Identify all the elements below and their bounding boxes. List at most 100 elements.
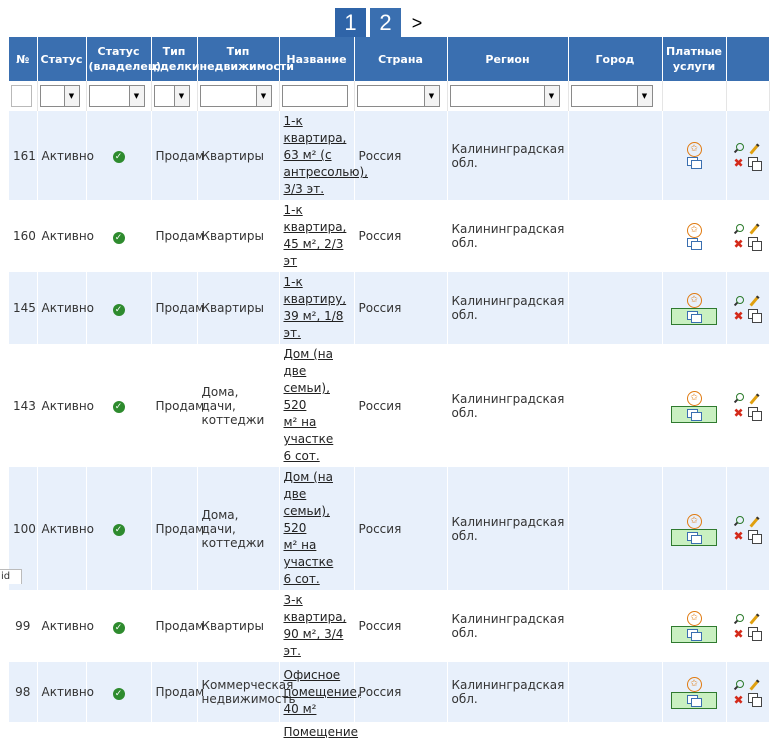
copy-icon[interactable] [748,529,762,544]
row-city [568,344,663,467]
col-region-header[interactable]: Регион [447,37,569,81]
num-filter-input[interactable] [11,85,32,107]
row-paid-services: ✩ [662,111,727,200]
col-deal-header[interactable]: Тип сделки [151,37,200,81]
table-row[interactable]: 100 Активно ✓ Продам Дома, дачи, коттеджи… [9,467,770,590]
table-row-partial[interactable]: Помещение [9,722,770,746]
duplicate-icon[interactable] [687,157,702,169]
magnifier-icon[interactable] [734,679,744,690]
delete-x-icon[interactable]: ✖ [733,530,743,542]
row-deal: Продам [151,662,204,722]
listing-title-link[interactable]: Офисное помещение, 40 м² [284,668,361,716]
name-line: м² на участке [283,415,334,446]
deal-filter-select[interactable]: ▼ [153,85,190,107]
paid-service-active-button[interactable] [671,528,717,546]
name-line: Офисное [283,667,341,682]
row-paid-services: ✩ [662,200,727,272]
listing-title-link[interactable]: Дом (на две семьи), 520 м² на участке 6 сот… [284,470,334,586]
status-owner-filter-select[interactable]: ▼ [88,85,145,107]
delete-x-icon[interactable]: ✖ [733,157,743,169]
col-city-header[interactable]: Город [568,37,663,81]
delete-x-icon[interactable]: ✖ [733,407,743,419]
region-filter-select[interactable]: ▼ [449,85,560,107]
row-status: Активно [37,111,94,200]
paid-service-active-button[interactable] [671,308,717,325]
copy-icon[interactable] [748,406,762,421]
pencil-icon[interactable] [749,516,760,527]
table-row[interactable]: 161 Активно ✓ Продам Квартиры 1-к кварти… [9,111,770,200]
listing-title-link[interactable]: Помещение [284,725,359,739]
row-country: Россия [354,590,448,662]
copy-icon[interactable] [748,693,762,707]
page-1-button[interactable]: 1 [335,8,366,38]
listing-title-link[interactable]: 3-к квартира, 90 м², 3/4 эт. [284,593,347,658]
name-line: 63 м² (с [283,148,332,162]
pencil-icon[interactable] [749,613,760,624]
name-line: семьи), 520 [283,504,330,535]
pencil-icon[interactable] [749,295,760,306]
delete-x-icon[interactable]: ✖ [733,238,743,250]
chevron-down-icon: ▼ [173,86,189,106]
name-line: 40 м² [283,701,317,716]
pencil-icon[interactable] [749,679,760,690]
col-status-owner-header[interactable]: Статус (владелец) [86,37,161,81]
name-line: Дом (на две [283,347,333,378]
delete-x-icon[interactable]: ✖ [733,628,743,640]
copy-icon[interactable] [748,309,762,323]
magnifier-icon[interactable] [734,393,744,403]
magnifier-icon[interactable] [734,223,744,234]
row-region: Калининградская обл. [447,662,569,722]
listing-title-link[interactable]: Дом (на две семьи), 520 м² на участке 6 сот… [284,347,334,463]
delete-x-icon[interactable]: ✖ [733,310,743,322]
col-estate-header[interactable]: Тип недвижимости [197,37,294,81]
star-circle-icon[interactable]: ✩ [686,677,702,692]
star-circle-icon[interactable]: ✩ [686,390,702,406]
col-country-header[interactable]: Страна [354,37,448,81]
col-status-header[interactable]: Статус [37,37,87,81]
magnifier-icon[interactable] [734,613,744,624]
row-num: 161 [9,111,38,200]
copy-icon[interactable] [748,156,762,171]
magnifier-icon[interactable] [734,295,744,306]
star-circle-icon[interactable]: ✩ [686,222,702,238]
pencil-icon[interactable] [749,393,760,404]
table-row[interactable]: 160 Активно ✓ Продам Квартиры 1-к кварти… [9,200,770,272]
duplicate-icon[interactable] [687,237,702,250]
copy-icon[interactable] [748,627,762,641]
table-row[interactable]: 98 Активно ✓ Продам Коммерческая недвижим… [9,662,770,722]
row-region: Калининградская обл. [447,200,569,272]
col-num-header[interactable]: № [9,37,38,81]
paid-service-active-button[interactable] [671,692,717,709]
star-circle-icon[interactable]: ✩ [686,611,702,626]
col-name-header[interactable]: Название [279,37,355,81]
copy-icon[interactable] [748,237,762,251]
row-status-owner: ✓ [86,662,152,722]
listing-title-link[interactable]: 1-к квартира, 45 м², 2/3 эт [284,203,347,268]
col-paid-header[interactable]: Платные услуги [662,37,727,81]
listing-title-link[interactable]: 1-к квартиру, 39 м², 1/8 эт. [284,275,347,340]
city-filter-select[interactable]: ▼ [570,85,653,107]
paid-service-active-button[interactable] [671,626,717,643]
table-row[interactable]: 145 Активно ✓ Продам Квартиры 1-к кварти… [9,272,770,344]
row-status-owner: ✓ [86,344,152,467]
next-page-button[interactable]: > [405,8,429,38]
status-filter-select[interactable]: ▼ [39,85,80,107]
name-line: антресолью), [283,165,368,179]
pencil-icon[interactable] [749,143,760,154]
country-filter-select[interactable]: ▼ [356,85,440,107]
page-2-button[interactable]: 2 [370,8,401,38]
name-filter-input[interactable] [281,85,348,107]
delete-x-icon[interactable]: ✖ [733,694,743,706]
row-estate: Дома, дачи, коттеджи [197,467,280,590]
col-actions-header [726,37,769,81]
table-row[interactable]: 99 Активно ✓ Продам Квартиры 3-к квартир… [9,590,770,662]
pencil-icon[interactable] [749,223,760,234]
star-circle-icon[interactable]: ✩ [686,142,702,157]
star-circle-icon[interactable]: ✩ [686,293,702,308]
table-row[interactable]: 143 Активно ✓ Продам Дома, дачи, коттеджи… [9,344,770,467]
star-circle-icon[interactable]: ✩ [686,513,702,529]
magnifier-icon[interactable] [734,516,744,526]
magnifier-icon[interactable] [734,143,744,153]
paid-service-active-button[interactable] [671,405,717,423]
estate-filter-select[interactable]: ▼ [199,85,272,107]
